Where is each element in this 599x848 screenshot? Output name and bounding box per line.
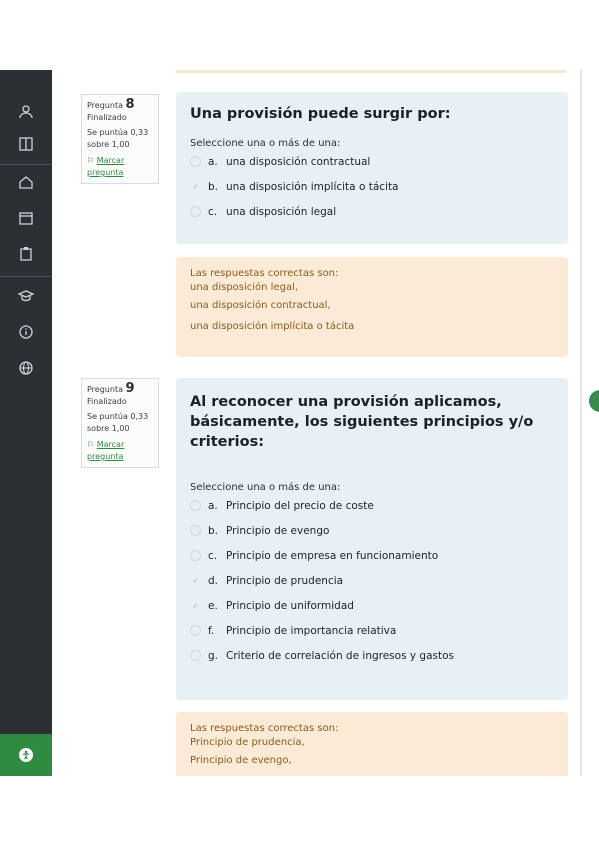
answer-option[interactable]: c. una disposición legal: [190, 199, 554, 224]
accessibility-button[interactable]: [0, 734, 52, 776]
previous-feedback-edge: [176, 70, 566, 73]
answer-option[interactable]: b. Principio de evengo: [190, 518, 554, 543]
check-icon[interactable]: ✓: [190, 181, 201, 192]
feedback-line: una disposición legal,: [190, 282, 299, 293]
sidebar-divider: [0, 164, 52, 165]
sidebar-divider: [0, 276, 52, 277]
feedback-heading: Las respuestas correctas son:: [190, 268, 339, 279]
checkbox-icon[interactable]: [190, 650, 201, 661]
question-info-8: Pregunta 8 Finalizado Se puntúa 0,33 sob…: [81, 94, 159, 184]
question-score: Se puntúa 0,33 sobre 1,00: [87, 128, 149, 149]
feedback-line: Principio de evengo,: [190, 755, 292, 766]
flag-question-link[interactable]: ⚐ Marcar pregunta: [87, 439, 153, 463]
right-border: [580, 70, 582, 776]
question-info-9: Pregunta 9 Finalizado Se puntúa 0,33 sob…: [81, 378, 159, 468]
question-box-8: Una provisión puede surgir por: Seleccio…: [176, 92, 568, 244]
flag-question-link[interactable]: ⚐ Marcar pregunta: [87, 155, 153, 179]
answer-prompt: Seleccione una o más de una:: [190, 138, 341, 149]
graduation-cap-icon[interactable]: [14, 284, 38, 308]
answer-option[interactable]: ✓ e. Principio de uniformidad: [190, 593, 554, 618]
flag-icon: ⚐: [87, 156, 95, 165]
answer-option[interactable]: ✓ b. una disposición implícita o tácita: [190, 174, 554, 199]
answer-option[interactable]: g. Criterio de correlación de ingresos y…: [190, 643, 554, 668]
question-status: Finalizado: [87, 113, 127, 122]
feedback-box-8: Las respuestas correctas son: una dispos…: [176, 257, 568, 357]
question-number-label: Pregunta 8: [87, 97, 135, 112]
info-icon[interactable]: [14, 320, 38, 344]
book-icon[interactable]: [14, 132, 38, 156]
checkbox-icon[interactable]: [190, 156, 201, 167]
feedback-line: Principio de prudencia,: [190, 737, 305, 748]
accessibility-icon: [19, 748, 33, 762]
feedback-box-9: Las respuestas correctas son: Principio …: [176, 712, 568, 776]
chevron-left-icon[interactable]: ‹: [589, 390, 599, 412]
globe-icon[interactable]: [14, 356, 38, 380]
checkbox-icon[interactable]: [190, 500, 201, 511]
checkbox-icon[interactable]: [190, 625, 201, 636]
checkbox-icon[interactable]: [190, 206, 201, 217]
feedback-line: una disposición implícita o tácita: [190, 321, 355, 332]
question-box-9: Al reconocer una provisión aplicamos, bá…: [176, 378, 568, 700]
flag-icon: ⚐: [87, 440, 95, 449]
calendar-icon[interactable]: [14, 206, 38, 230]
answer-option[interactable]: c. Principio de empresa en funcionamient…: [190, 543, 554, 568]
question-number-label: Pregunta 9: [87, 381, 135, 396]
answer-option[interactable]: a. Principio del precio de coste: [190, 493, 554, 518]
feedback-line: una disposición contractual,: [190, 300, 331, 311]
question-status: Finalizado: [87, 397, 127, 406]
answer-option[interactable]: f. Principio de importancia relativa: [190, 618, 554, 643]
check-icon[interactable]: ✓: [190, 575, 201, 586]
home-icon[interactable]: [14, 170, 38, 194]
question-text: Una provisión puede surgir por:: [190, 106, 451, 122]
question-text: Al reconocer una provisión aplicamos, bá…: [190, 394, 534, 450]
answer-prompt: Seleccione una o más de una:: [190, 482, 341, 493]
clipboard-icon[interactable]: [14, 242, 38, 266]
feedback-heading: Las respuestas correctas son:: [190, 723, 339, 734]
left-sidebar: [0, 70, 52, 776]
checkbox-icon[interactable]: [190, 525, 201, 536]
question-score: Se puntúa 0,33 sobre 1,00: [87, 412, 149, 433]
user-group-icon[interactable]: [14, 100, 38, 124]
answer-option[interactable]: ✓ d. Principio de prudencia: [190, 568, 554, 593]
answer-option[interactable]: a. una disposición contractual: [190, 149, 554, 174]
checkbox-icon[interactable]: [190, 550, 201, 561]
check-icon[interactable]: ✓: [190, 600, 201, 611]
quiz-review-content: Pregunta 8 Finalizado Se puntúa 0,33 sob…: [52, 70, 580, 776]
